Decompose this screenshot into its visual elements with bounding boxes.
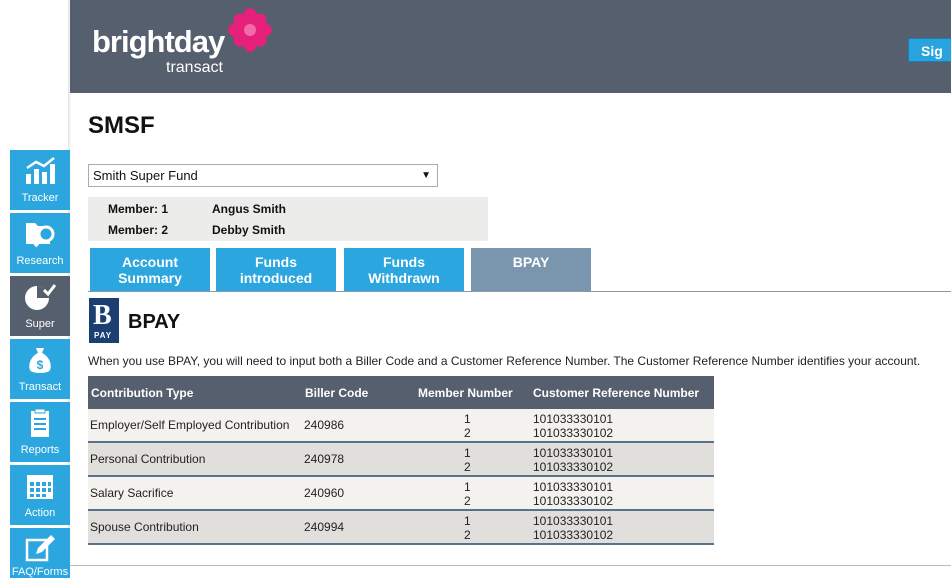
dropdown-arrow-icon: ▼ [421, 170, 431, 181]
member-number: 1 [464, 446, 471, 460]
clipboard-icon [31, 408, 49, 437]
bpay-logo-letter: B [93, 300, 112, 331]
customer-reference: 101033330102 [533, 460, 614, 474]
logo-subtitle: transact [166, 59, 223, 76]
tab-label-line1: Funds [383, 254, 425, 270]
footer-divider [70, 565, 951, 566]
biller-code: 240994 [304, 520, 345, 534]
svg-text:$: $ [37, 358, 44, 372]
tab-divider [88, 291, 951, 292]
member-number: 2 [464, 460, 471, 474]
member-name: Angus Smith [212, 202, 286, 216]
nav-transact[interactable]: $ Transact [10, 339, 70, 399]
customer-reference: 101033330102 [533, 426, 614, 440]
fund-select-value: Smith Super Fund [93, 168, 198, 183]
tab-label-line2: Withdrawn [368, 270, 440, 286]
tab-label-line1: BPAY [512, 254, 550, 270]
column-header: Contribution Type [91, 386, 194, 400]
app-header: brightday transact Sig [70, 0, 951, 93]
section-description: When you use BPAY, you will need to inpu… [88, 354, 921, 368]
nav-tracker[interactable]: Tracker [10, 150, 70, 210]
nav-label: Tracker [21, 192, 59, 204]
table-row: Personal Contribution 240978 1 2 1010333… [88, 443, 714, 477]
customer-reference: 101033330101 [533, 514, 614, 528]
nav-reports[interactable]: Reports [10, 402, 70, 462]
table-row: Employer/Self Employed Contribution 2409… [88, 409, 714, 443]
member-label: Member: 2 [108, 223, 169, 237]
flower-logo-icon [228, 8, 272, 52]
customer-reference: 101033330101 [533, 446, 614, 460]
customer-reference: 101033330101 [533, 480, 614, 494]
tab-funds-withdrawn[interactable]: Funds Withdrawn [344, 248, 464, 291]
logo-wordmark[interactable]: brightday [92, 24, 225, 60]
member-number: 2 [464, 426, 471, 440]
column-header: Biller Code [305, 386, 369, 400]
nav-label: Action [24, 507, 56, 519]
member-number: 2 [464, 494, 471, 508]
contribution-type: Employer/Self Employed Contribution [90, 418, 290, 432]
fund-select[interactable]: Smith Super Fund ▼ [88, 164, 438, 187]
sign-in-button[interactable]: Sig [908, 38, 951, 62]
bpay-logo-icon: B PAY [89, 298, 119, 343]
bpay-logo-pay: PAY [94, 331, 113, 340]
tab-account-summary[interactable]: Account Summary [90, 248, 210, 291]
nav-action[interactable]: Action [10, 465, 70, 525]
biller-code: 240960 [304, 486, 345, 500]
nav-research[interactable]: Research [10, 213, 70, 273]
edit-icon [25, 535, 55, 562]
nav-faq-forms[interactable]: FAQ/Forms [10, 528, 70, 578]
members-panel: Member: 1 Angus Smith Member: 2 Debby Sm… [88, 197, 488, 241]
customer-reference: 101033330102 [533, 494, 614, 508]
column-header: Member Number [418, 386, 513, 400]
member-number: 1 [464, 412, 471, 426]
table-row: Spouse Contribution 240994 1 2 101033330… [88, 511, 714, 545]
table-header: Contribution Type Biller Code Member Num… [88, 376, 714, 409]
member-number: 1 [464, 514, 471, 528]
table-row: Salary Sacrifice 240960 1 2 101033330101… [88, 477, 714, 511]
column-header: Customer Reference Number [533, 386, 700, 400]
customer-reference: 101033330101 [533, 412, 614, 426]
contribution-type: Salary Sacrifice [90, 486, 174, 500]
folder-search-icon [26, 223, 55, 248]
nav-super[interactable]: Super [10, 276, 70, 336]
tab-label-line1: Funds [255, 254, 297, 270]
nav-label: Reports [20, 444, 60, 456]
tab-bpay[interactable]: BPAY [471, 248, 591, 291]
tab-label-line1: Account [122, 254, 178, 270]
contribution-type: Personal Contribution [90, 452, 206, 466]
pie-check-icon [25, 284, 56, 310]
member-number: 1 [464, 480, 471, 494]
nav-label: Transact [18, 381, 62, 393]
page-title: SMSF [88, 112, 155, 139]
chart-icon [26, 157, 55, 184]
tab-funds-introduced[interactable]: Funds introduced [216, 248, 336, 291]
tab-label-line2: introduced [239, 270, 313, 286]
calendar-icon [27, 475, 53, 499]
tab-label-line2: Summary [118, 270, 182, 286]
biller-code: 240978 [304, 452, 345, 466]
member-name: Debby Smith [212, 223, 286, 237]
nav-label: FAQ/Forms [11, 566, 69, 578]
customer-reference: 101033330102 [533, 528, 614, 542]
section-title: BPAY [128, 311, 181, 333]
member-label: Member: 1 [108, 202, 169, 216]
nav-label: Super [25, 318, 55, 330]
nav-label: Research [16, 255, 64, 267]
contribution-type: Spouse Contribution [90, 520, 199, 534]
member-number: 2 [464, 528, 471, 542]
money-bag-icon: $ [29, 348, 51, 373]
biller-code: 240986 [304, 418, 345, 432]
